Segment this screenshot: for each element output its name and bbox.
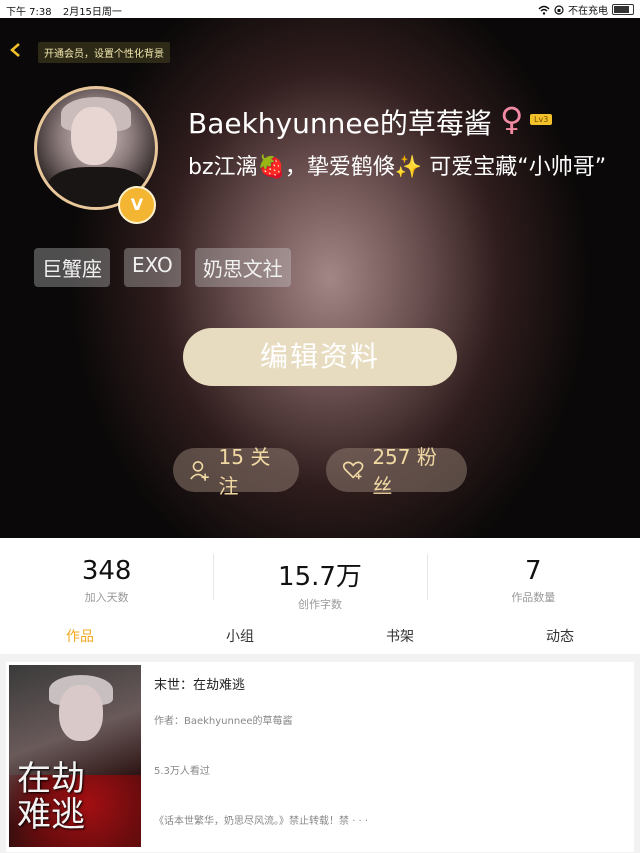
add-user-icon (190, 461, 209, 481)
tag-club[interactable]: 奶思文社 (194, 248, 291, 287)
fans-label: 257 粉丝 (372, 445, 437, 498)
lock-rotation-icon (554, 4, 564, 15)
fans-button[interactable]: 257 粉丝 (326, 445, 467, 498)
tag-group[interactable]: EXO (124, 248, 181, 287)
following-button[interactable]: 15 关注 (173, 445, 299, 498)
cover-title: 在劫难逃 (17, 759, 85, 835)
tab-bookshelf[interactable]: 书架 (320, 622, 480, 654)
following-label: 15 关注 (218, 445, 271, 498)
battery-icon (612, 4, 634, 15)
stat-value: 7 (525, 556, 542, 586)
tab-works[interactable]: 作品 (0, 622, 160, 654)
stat-works: 7 作品数量 (426, 538, 640, 616)
profile-header: 开通会员，设置个性化背景 V Baekhyunnee的草莓酱 ♀ Lv3 bz江… (0, 18, 640, 538)
female-gender-icon: ♀ (500, 100, 524, 138)
heart-icon (342, 461, 364, 480)
stat-value: 15.7万 (278, 562, 362, 592)
work-title[interactable]: 末世：在劫难逃 (154, 674, 245, 693)
profile-bio: bz江漓🍓，挚爱鹤倏✨ 可爱宝藏“小帅哥” (188, 155, 607, 180)
avatar-face (71, 107, 117, 165)
profile-tags: 巨蟹座 EXO 奶思文社 (34, 248, 291, 287)
username: Baekhyunnee的草莓酱 (188, 107, 492, 140)
tab-activity[interactable]: 动态 (480, 622, 640, 654)
status-bar: 下午 7:38 2月15日周一 不在充电 (0, 0, 640, 18)
level-badge: Lv3 (530, 114, 553, 125)
work-author: 作者：Baekhyunnee的草莓酱 (154, 716, 293, 727)
stat-label: 创作字数 (297, 598, 342, 611)
charging-status: 不在充电 (568, 6, 608, 17)
stat-label: 作品数量 (511, 591, 556, 604)
work-description: 《话本世繁华，奶思尽风流。》禁止转载！禁 · · · (154, 816, 369, 827)
back-arrow-icon[interactable] (8, 42, 24, 58)
stat-days: 348 加入天数 (0, 538, 213, 616)
status-left: 下午 7:38 2月15日周一 (6, 3, 130, 18)
stat-label: 加入天数 (84, 591, 129, 604)
cover-face (59, 685, 103, 741)
verified-badge-icon: V (118, 186, 156, 224)
stats-bar: 348 加入天数 15.7万 创作字数 7 作品数量 (0, 538, 640, 616)
stat-value: 348 (81, 556, 132, 586)
work-list: 在劫难逃 末世：在劫难逃 作者：Baekhyunnee的草莓酱 5.3万人看过 … (0, 654, 640, 853)
tab-groups[interactable]: 小组 (160, 622, 320, 654)
status-date: 2月15日周一 (62, 7, 122, 18)
work-views: 5.3万人看过 (154, 766, 210, 777)
tab-bar: 作品 小组 书架 动态 (0, 622, 640, 654)
status-time: 下午 7:38 (6, 7, 52, 18)
status-right: 不在充电 (538, 2, 634, 17)
work-card[interactable]: 在劫难逃 末世：在劫难逃 作者：Baekhyunnee的草莓酱 5.3万人看过 … (6, 662, 634, 852)
work-cover[interactable]: 在劫难逃 (9, 665, 141, 847)
wifi-icon (538, 5, 550, 15)
stat-words: 15.7万 创作字数 (213, 538, 426, 616)
edit-profile-button[interactable]: 编辑资料 (183, 328, 457, 386)
vip-background-banner[interactable]: 开通会员，设置个性化背景 (38, 42, 170, 63)
tag-zodiac[interactable]: 巨蟹座 (34, 248, 110, 287)
